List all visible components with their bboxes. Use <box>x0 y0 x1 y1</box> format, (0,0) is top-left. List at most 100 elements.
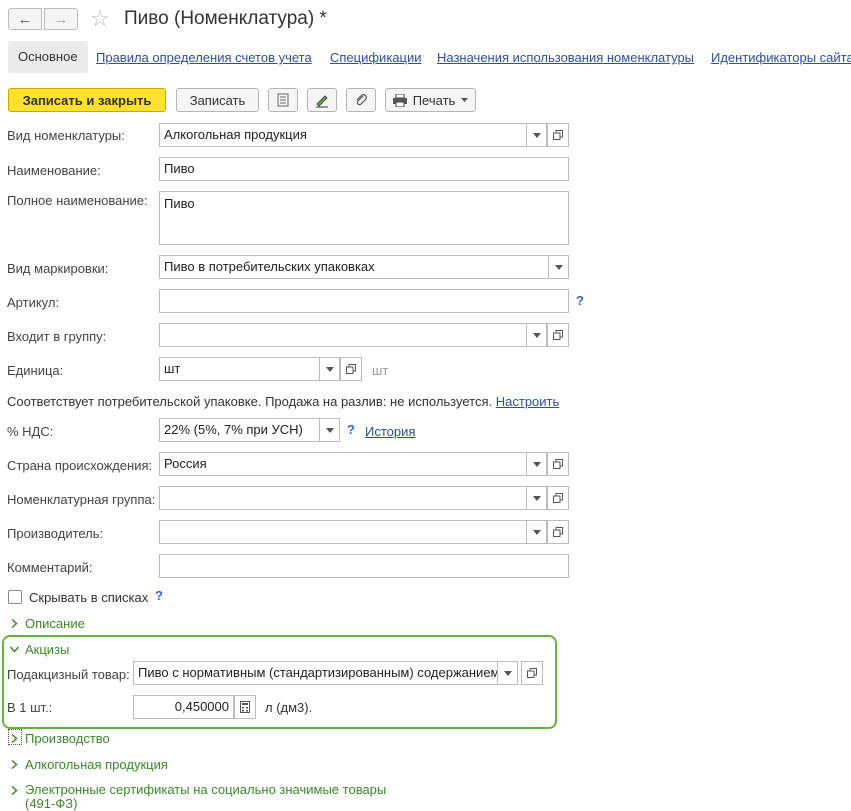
back-button[interactable]: ← <box>8 8 42 30</box>
forward-button[interactable]: → <box>44 8 78 30</box>
arrow-left-icon: ← <box>17 10 33 28</box>
fullname-label: Полное наименование: <box>7 193 148 208</box>
article-help-icon[interactable]: ? <box>576 293 584 308</box>
print-button[interactable]: Печать <box>385 88 476 112</box>
page-title: Пиво (Номенклатура) * <box>124 8 327 29</box>
group-field[interactable] <box>159 323 527 347</box>
tab-main[interactable]: Основное <box>8 41 88 73</box>
open-window-icon <box>553 459 563 469</box>
section-description[interactable]: Описание <box>10 616 85 631</box>
save-and-close-button[interactable]: Записать и закрыть <box>8 88 166 112</box>
hide-help-icon[interactable]: ? <box>155 588 163 603</box>
vat-dropdown-button[interactable] <box>320 418 340 442</box>
vat-history-link[interactable]: История <box>365 424 415 439</box>
edit-button[interactable] <box>307 88 337 112</box>
section-certificates-label-2: (491-ФЗ) <box>25 796 78 811</box>
producer-open-button[interactable] <box>547 520 569 544</box>
section-production-label: Производство <box>25 731 110 746</box>
section-alcohol[interactable]: Алкогольная продукция <box>10 757 168 772</box>
marking-dropdown-button[interactable] <box>549 255 569 279</box>
hide-in-lists-checkbox[interactable] <box>8 590 22 604</box>
per-unit-field[interactable]: 0,450000 <box>133 695 234 719</box>
name-label: Наименование: <box>7 163 101 178</box>
vid-open-button[interactable] <box>547 123 569 147</box>
nomgroup-label: Номенклатурная группа: <box>7 492 156 507</box>
open-window-icon <box>553 130 563 140</box>
section-excise-label: Акцизы <box>25 642 70 657</box>
marking-label: Вид маркировки: <box>7 261 109 276</box>
save-button[interactable]: Записать <box>176 88 259 112</box>
paperclip-icon <box>356 94 367 106</box>
section-excise[interactable]: Акцизы <box>10 642 69 657</box>
comment-field[interactable] <box>159 554 569 578</box>
chevron-down-icon <box>532 529 541 535</box>
producer-dropdown-button[interactable] <box>527 520 547 544</box>
vid-dropdown-button[interactable] <box>527 123 547 147</box>
chevron-down-icon <box>532 132 541 138</box>
excise-goods-field[interactable]: Пиво с нормативным (стандартизированным)… <box>133 661 498 685</box>
unit-field[interactable]: шт <box>159 357 320 381</box>
nomgroup-dropdown-button[interactable] <box>527 486 547 510</box>
open-window-icon <box>553 330 563 340</box>
arrow-right-icon: → <box>53 10 69 28</box>
package-text: Соответствует потребительской упаковке. … <box>7 394 493 409</box>
unit-dropdown-button[interactable] <box>320 357 340 381</box>
chevron-right-icon <box>11 734 18 743</box>
tab-usage-purposes[interactable]: Назначения использования номенклатуры <box>437 50 694 65</box>
vid-label: Вид номенклатуры: <box>7 128 125 143</box>
tab-site-identifiers[interactable]: Идентификаторы сайта <box>711 50 851 65</box>
chevron-down-icon <box>554 264 563 270</box>
hide-in-lists-label: Скрывать в списках <box>29 590 149 605</box>
vat-label: % НДС: <box>7 424 54 439</box>
country-field[interactable]: Россия <box>159 452 527 476</box>
fullname-field[interactable]: Пиво <box>159 191 569 245</box>
document-list-button[interactable] <box>268 88 298 112</box>
group-dropdown-button[interactable] <box>527 323 547 347</box>
section-production[interactable]: Производство <box>10 731 110 746</box>
vat-field[interactable]: 22% (5%, 7% при УСН) <box>159 418 320 442</box>
chevron-down-icon <box>503 670 512 676</box>
chevron-down-icon <box>461 98 469 102</box>
list-icon <box>277 93 289 107</box>
nomgroup-open-button[interactable] <box>547 486 569 510</box>
name-field[interactable]: Пиво <box>159 157 569 181</box>
country-dropdown-button[interactable] <box>527 452 547 476</box>
favorite-star-icon[interactable]: ☆ <box>90 6 110 32</box>
article-label: Артикул: <box>7 295 60 310</box>
open-window-icon <box>553 527 563 537</box>
vid-field[interactable]: Алкогольная продукция <box>159 123 527 147</box>
chevron-down-icon <box>325 366 334 372</box>
per-unit-suffix: л (дм3). <box>265 700 313 715</box>
section-certificates[interactable]: Электронные сертификаты на социально зна… <box>10 783 386 811</box>
tab-specifications[interactable]: Спецификации <box>330 50 422 65</box>
chevron-down-icon <box>10 646 19 653</box>
country-open-button[interactable] <box>547 452 569 476</box>
chevron-right-icon <box>11 786 18 795</box>
unit-open-button[interactable] <box>340 357 362 381</box>
per-unit-label: В 1 шт.: <box>7 700 53 715</box>
nomgroup-field[interactable] <box>159 486 527 510</box>
comment-label: Комментарий: <box>7 560 93 575</box>
print-label: Печать <box>412 92 456 108</box>
group-label: Входит в группу: <box>7 329 107 344</box>
group-open-button[interactable] <box>547 323 569 347</box>
chevron-right-icon <box>11 619 18 628</box>
excise-goods-label: Подакцизный товар: <box>7 667 130 682</box>
printer-icon <box>392 93 407 107</box>
vat-help-icon[interactable]: ? <box>347 422 355 437</box>
section-alcohol-label: Алкогольная продукция <box>25 757 168 772</box>
excise-goods-dropdown-button[interactable] <box>498 661 518 685</box>
marking-field[interactable]: Пиво в потребительских упаковках <box>159 255 549 279</box>
attach-button[interactable] <box>346 88 376 112</box>
package-configure-link[interactable]: Настроить <box>496 394 560 409</box>
pencil-icon <box>316 95 328 108</box>
chevron-down-icon <box>325 427 334 433</box>
open-window-icon <box>527 668 537 678</box>
chevron-down-icon <box>532 495 541 501</box>
calculator-button[interactable] <box>234 695 256 719</box>
producer-field[interactable] <box>159 520 527 544</box>
unit-label: Единица: <box>7 363 64 378</box>
article-field[interactable] <box>159 289 569 313</box>
tab-accounting-rules[interactable]: Правила определения счетов учета <box>96 50 312 65</box>
excise-goods-open-button[interactable] <box>521 661 543 685</box>
